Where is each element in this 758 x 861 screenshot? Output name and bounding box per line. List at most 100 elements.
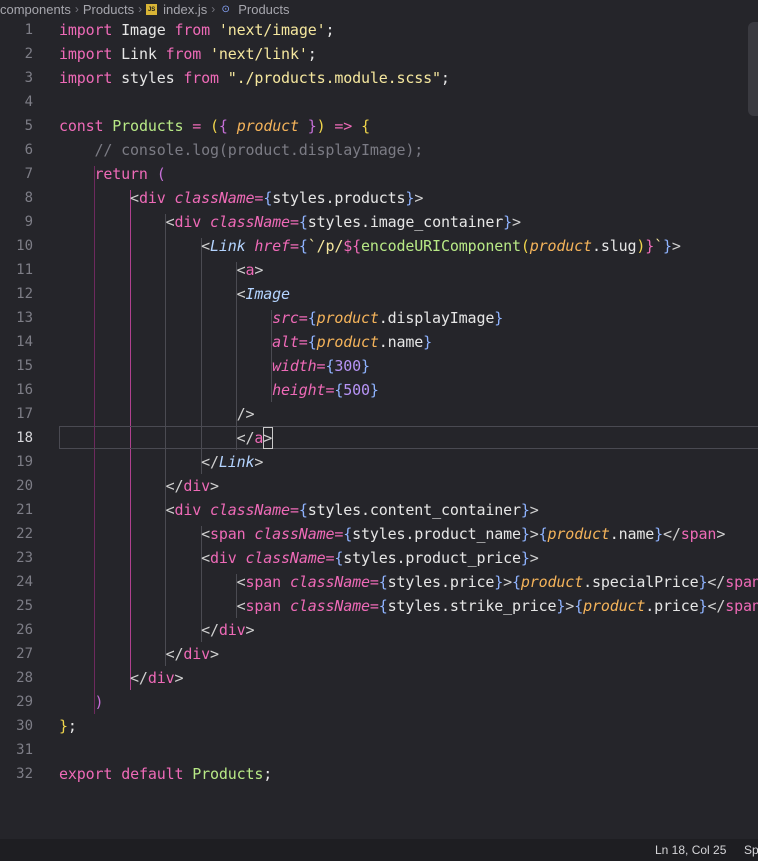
code-line[interactable]: 5 const Products = ({ product }) => { <box>0 114 758 138</box>
code-editor[interactable]: 1 import Image from 'next/image'; 2 import … <box>0 18 758 839</box>
code-token: product <box>316 309 379 327</box>
line-number: 13 <box>16 310 33 326</box>
code-token: from <box>165 45 202 63</box>
code-line[interactable]: 1 import Image from 'next/image'; <box>0 18 758 42</box>
line-number: 7 <box>24 166 33 182</box>
code-line[interactable]: 32 export default Products; <box>0 762 758 786</box>
line-number: 2 <box>24 46 33 62</box>
code-text: <a> <box>59 258 264 282</box>
code-token: ${ <box>343 237 362 255</box>
chevron-right-icon: › <box>74 2 79 16</box>
indentation-status[interactable]: Sp <box>744 843 758 857</box>
code-text: </Link> <box>59 450 263 474</box>
line-number: 32 <box>16 766 33 782</box>
code-line[interactable]: 21 <div className={styles.content_contai… <box>0 498 758 522</box>
code-token: Link <box>218 453 255 471</box>
code-line[interactable]: 17 /> <box>0 402 758 426</box>
code-line[interactable]: 8 <div className={styles.products}> <box>0 186 758 210</box>
code-token: { <box>378 597 388 615</box>
code-line[interactable]: 18 </a> <box>0 426 758 450</box>
code-line[interactable]: 9 <div className={styles.image_container… <box>0 210 758 234</box>
code-token: .slug <box>591 237 637 255</box>
code-line[interactable]: 28 </div> <box>0 666 758 690</box>
breadcrumb-item-folder[interactable]: Products <box>83 2 134 17</box>
code-token: .displayImage <box>378 309 495 327</box>
breadcrumb-item-folder[interactable]: components <box>0 2 71 17</box>
code-token: ( <box>156 165 166 183</box>
code-token: span <box>209 525 246 543</box>
code-line[interactable]: 27 </div> <box>0 642 758 666</box>
code-token: } <box>360 357 370 375</box>
code-line[interactable]: 26 </div> <box>0 618 758 642</box>
code-line[interactable]: 23 <div className={styles.product_price}… <box>0 546 758 570</box>
code-token: { <box>361 117 370 135</box>
code-token: product <box>236 117 299 135</box>
code-token: > <box>210 645 219 663</box>
code-line[interactable]: 25 <span className={styles.strike_price}… <box>0 594 758 618</box>
code-text: <span className={styles.product_name}>{p… <box>59 522 725 546</box>
code-line[interactable]: 30}; <box>0 714 758 738</box>
code-text: <Link href={`/p/${encodeURIComponent(pro… <box>59 234 681 258</box>
code-token: { <box>512 573 521 591</box>
code-token: styles.product_name <box>352 525 521 543</box>
code-token: .price <box>645 597 699 615</box>
code-token: > <box>671 237 681 255</box>
code-token: ) <box>316 117 326 135</box>
code-line[interactable]: 12 <Image <box>0 282 758 306</box>
code-token: > <box>529 525 539 543</box>
code-line[interactable]: 11 <a> <box>0 258 758 282</box>
line-number: 12 <box>16 286 33 302</box>
code-token: from <box>174 21 210 39</box>
code-token: ) <box>94 693 104 711</box>
breadcrumb-item-symbol[interactable]: Products <box>238 2 289 17</box>
code-token: } <box>663 237 672 255</box>
code-line[interactable]: 10 <Link href={`/p/${encodeURIComponent(… <box>0 234 758 258</box>
line-number: 4 <box>24 94 33 110</box>
code-token: < <box>201 237 210 255</box>
code-token: { <box>307 309 317 327</box>
code-text: return ( <box>59 162 166 186</box>
code-line[interactable]: 7 return ( <box>0 162 758 186</box>
code-token: } <box>556 597 566 615</box>
code-line[interactable]: 29 ) <box>0 690 758 714</box>
code-text: </div> <box>59 618 254 642</box>
cursor-position[interactable]: Ln 18, Col 25 <box>655 843 726 857</box>
code-line[interactable]: 3 import styles from "./products.module.s… <box>0 66 758 90</box>
code-token: ` <box>654 237 664 255</box>
code-text: height={500} <box>59 378 379 402</box>
code-token: 300 <box>334 357 361 375</box>
code-line[interactable]: 19 </Link> <box>0 450 758 474</box>
code-token: } <box>494 309 504 327</box>
code-token: width <box>272 357 317 375</box>
code-token: const <box>59 117 104 135</box>
code-token: } <box>59 717 68 735</box>
code-token: => <box>334 117 353 135</box>
code-line[interactable]: 24 <span className={styles.price}>{produ… <box>0 570 758 594</box>
code-token: = <box>298 333 308 351</box>
code-token: .name <box>609 525 655 543</box>
code-line[interactable]: 16 height={500} <box>0 378 758 402</box>
code-line[interactable]: 4 <box>0 90 758 114</box>
code-line[interactable]: 13 src={product.displayImage} <box>0 306 758 330</box>
code-line[interactable]: 31 <box>0 738 758 762</box>
code-line[interactable]: 2 import Link from 'next/link'; <box>0 42 758 66</box>
code-line[interactable]: 15 width={300} <box>0 354 758 378</box>
code-line[interactable]: 20 </div> <box>0 474 758 498</box>
code-line[interactable]: 14 alt={product.name} <box>0 330 758 354</box>
code-token: a <box>254 429 264 447</box>
code-line[interactable]: 6 // console.log(product.displayImage); <box>0 138 758 162</box>
code-token: </ <box>201 453 219 471</box>
code-token: < <box>236 597 246 615</box>
code-token: { <box>307 333 317 351</box>
code-text: const Products = ({ product }) => { <box>59 114 370 138</box>
code-line[interactable]: 22 <span className={styles.product_name}… <box>0 522 758 546</box>
breadcrumb-item-file[interactable]: index.js <box>163 2 207 17</box>
code-token: > <box>503 573 513 591</box>
